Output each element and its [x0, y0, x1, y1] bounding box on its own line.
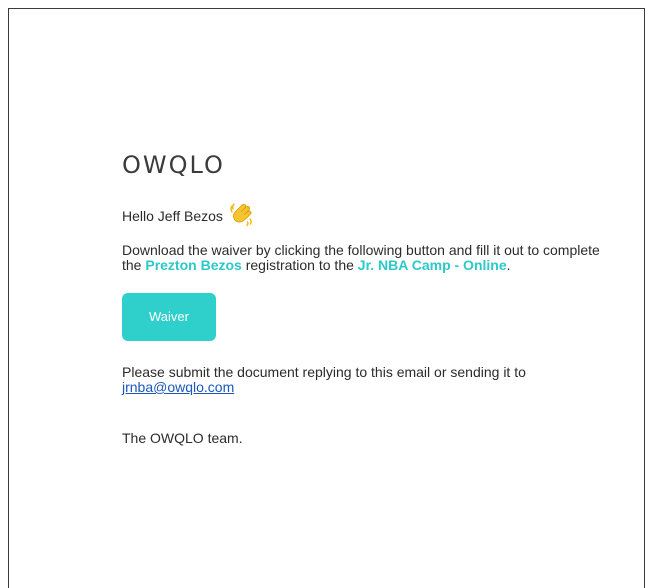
signoff: The OWQLO team. — [122, 430, 243, 446]
submit-instructions: Please submit the document replying to t… — [122, 365, 622, 395]
email-body: OWQLO Hello Jeff Bezos Download the waiv… — [122, 149, 622, 447]
instructions-text-2: registration to the — [241, 257, 358, 273]
greeting: Hello Jeff Bezos — [122, 203, 622, 229]
participant-name: Prezton Bezos — [145, 257, 242, 273]
brand-logo: OWQLO — [122, 151, 225, 179]
waiver-instructions: Download the waiver by clicking the foll… — [122, 243, 622, 273]
camp-name: Jr. NBA Camp - Online — [357, 257, 507, 273]
email-frame: OWQLO Hello Jeff Bezos Download the waiv… — [8, 8, 645, 588]
waving-hand-icon — [229, 201, 255, 227]
submit-text: Please submit the document replying to t… — [122, 364, 526, 380]
instructions-text-3: . — [506, 257, 511, 273]
waiver-button[interactable]: Waiver — [122, 293, 216, 341]
contact-email-link[interactable]: jrnba@owqlo.com — [122, 379, 234, 395]
greeting-text: Hello Jeff Bezos — [122, 208, 223, 224]
